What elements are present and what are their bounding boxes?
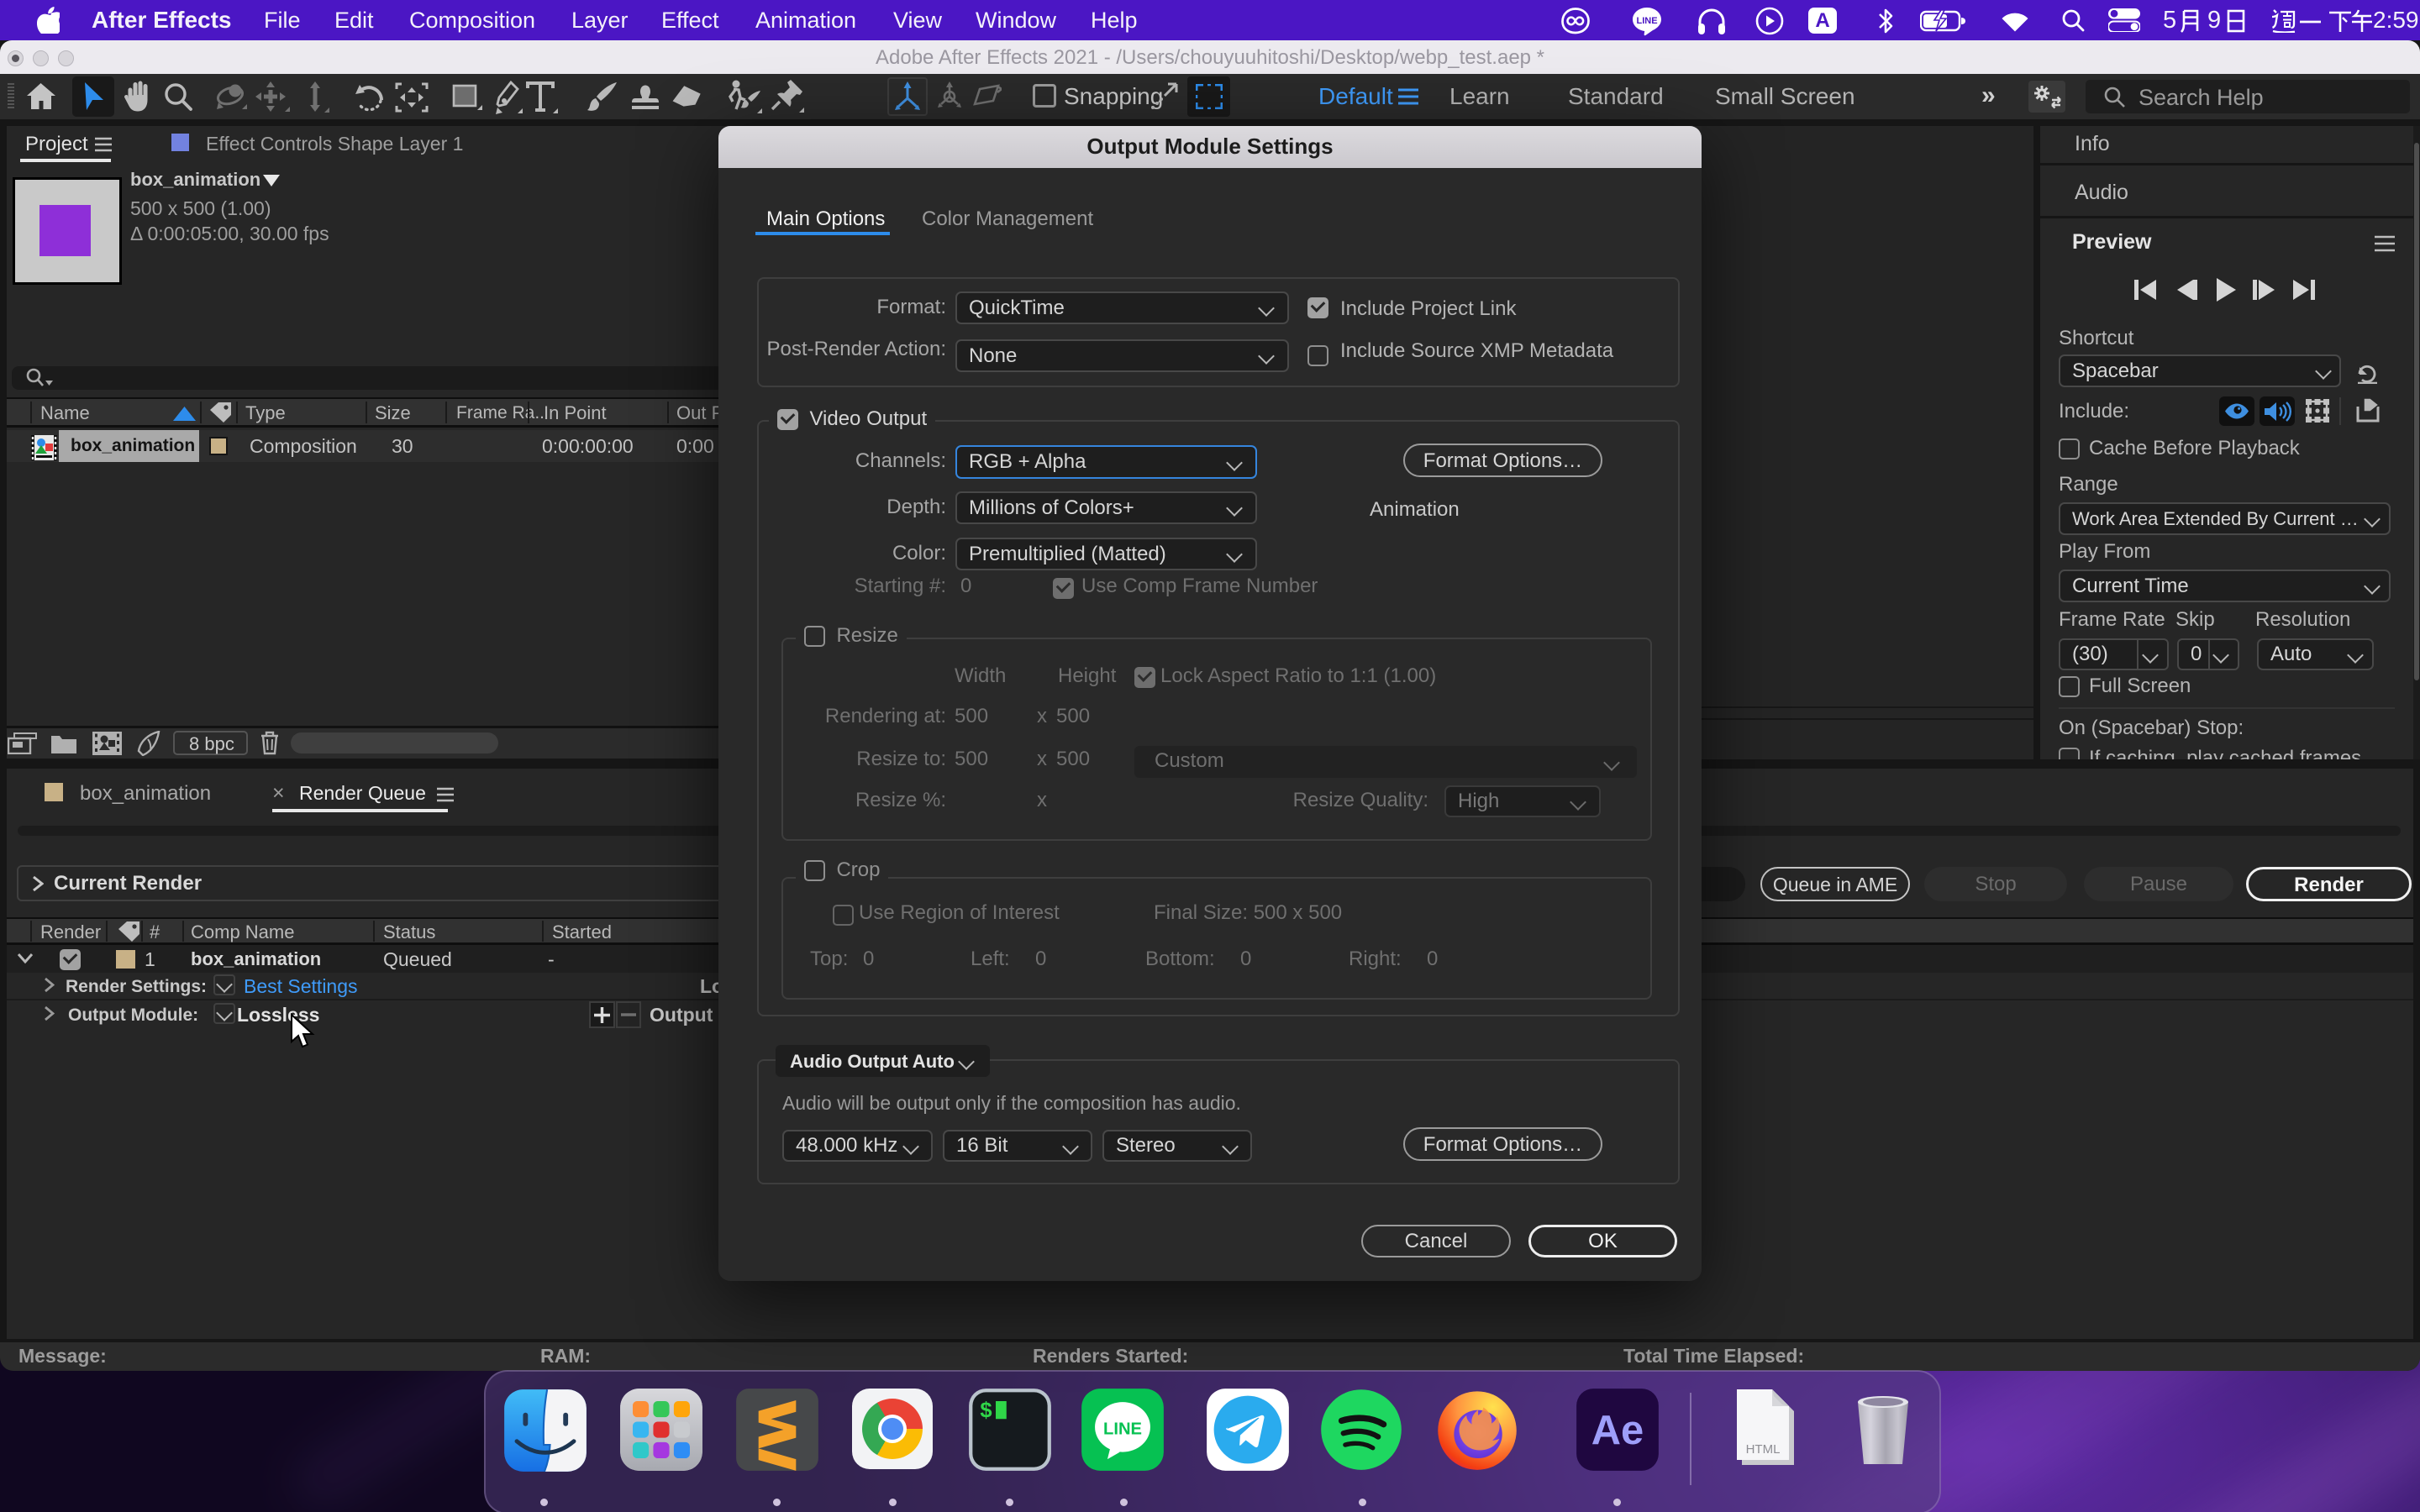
svg-text:Ae: Ae bbox=[1591, 1408, 1644, 1453]
svg-text:LINE: LINE bbox=[1103, 1420, 1142, 1438]
svg-text:LINE: LINE bbox=[1636, 16, 1657, 26]
svg-text:HTML: HTML bbox=[1746, 1442, 1781, 1457]
svg-text:$: $ bbox=[980, 1399, 992, 1424]
